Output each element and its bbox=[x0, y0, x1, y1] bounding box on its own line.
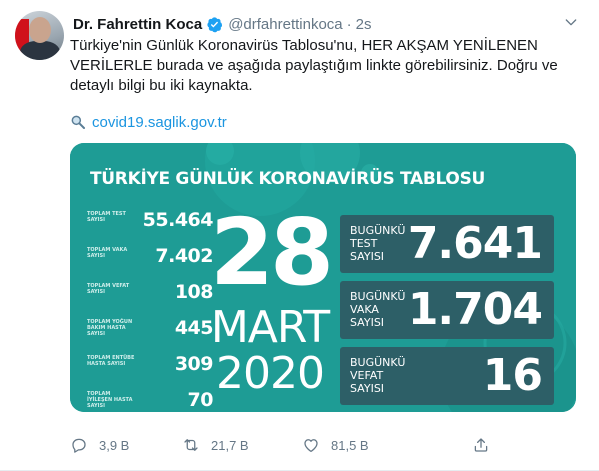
verified-badge-icon bbox=[207, 16, 223, 32]
report-date: 28 MART 2020 bbox=[200, 207, 340, 397]
external-link[interactable]: covid19.saglik.gov.tr bbox=[92, 114, 227, 131]
separator-dot: · bbox=[346, 15, 352, 33]
retweet-count: 21,7 B bbox=[211, 437, 249, 453]
stat-total-tests: TOPLAM TEST SAYISI 55.464 bbox=[87, 209, 214, 245]
panel-label: BUGÜNKÜ VEFAT SAYISI bbox=[350, 356, 406, 395]
date-month: MART bbox=[210, 302, 330, 353]
share-button[interactable] bbox=[472, 434, 501, 456]
magnifier-icon bbox=[71, 115, 85, 129]
stat-label: TOPLAM VEFAT SAYISI bbox=[87, 283, 130, 295]
tweet-text-line: Türkiye'nin Günlük Koronavirüs Tablosu'n… bbox=[70, 37, 538, 54]
stat-total-recovered: TOPLAM İYİLEŞEN HASTA SAYISI 70 bbox=[87, 389, 214, 412]
today-deaths-panel: BUGÜNKÜ VEFAT SAYISI 16 bbox=[340, 347, 554, 405]
tweet-header: Dr. Fahrettin Koca @drfahrettinkoca · 2s bbox=[73, 14, 372, 34]
author-name[interactable]: Dr. Fahrettin Koca bbox=[73, 16, 202, 33]
panel-value: 1.704 bbox=[407, 284, 543, 335]
reply-count: 3,9 B bbox=[99, 437, 130, 453]
today-cases-panel: BUGÜNKÜ VAKA SAYISI 1.704 bbox=[340, 281, 554, 339]
like-count: 81,5 B bbox=[331, 437, 369, 453]
retweet-button[interactable]: 21,7 B bbox=[182, 434, 249, 456]
stat-label: TOPLAM ENTÜBE HASTA SAYISI bbox=[87, 355, 135, 367]
date-year: 2020 bbox=[216, 348, 325, 399]
panel-value: 16 bbox=[482, 350, 543, 401]
tweet-text: Türkiye'nin Günlük Koronavirüs Tablosu'n… bbox=[70, 36, 570, 96]
today-tests-panel: BUGÜNKÜ TEST SAYISI 7.641 bbox=[340, 215, 554, 273]
chevron-down-icon[interactable] bbox=[563, 14, 579, 30]
tweet-actions: 3,9 B 21,7 B 81,5 B bbox=[70, 434, 510, 456]
reply-icon bbox=[72, 438, 86, 453]
stat-label: TOPLAM YOĞUN BAKIM HASTA SAYISI bbox=[87, 319, 133, 337]
author-handle[interactable]: @drfahrettinkoca bbox=[228, 16, 342, 33]
card-title: TÜRKİYE GÜNLÜK KORONAVİRÜS TABLOSU bbox=[90, 169, 486, 189]
panel-label: BUGÜNKÜ TEST SAYISI bbox=[350, 224, 406, 263]
stat-label: TOPLAM VAKA SAYISI bbox=[87, 247, 128, 259]
covid-table-image[interactable]: TÜRKİYE GÜNLÜK KORONAVİRÜS TABLOSU TOPLA… bbox=[70, 143, 576, 412]
heart-icon bbox=[304, 439, 318, 453]
date-day: 28 bbox=[209, 199, 334, 306]
stat-total-icu: TOPLAM YOĞUN BAKIM HASTA SAYISI 445 bbox=[87, 317, 214, 353]
tweet-text-line: VERİLERLE burada ve aşağıda paylaştığım … bbox=[70, 57, 558, 74]
tweet-text-line: detaylı bilgi bu iki kaynakta. bbox=[70, 77, 253, 94]
stat-total-intubated: TOPLAM ENTÜBE HASTA SAYISI 309 bbox=[87, 353, 214, 389]
share-icon bbox=[474, 438, 488, 452]
stat-total-deaths: TOPLAM VEFAT SAYISI 108 bbox=[87, 281, 214, 317]
stat-label: TOPLAM İYİLEŞEN HASTA SAYISI bbox=[87, 391, 133, 409]
tweet[interactable]: Dr. Fahrettin Koca @drfahrettinkoca · 2s… bbox=[0, 0, 599, 471]
tweet-time[interactable]: 2s bbox=[356, 16, 372, 33]
stat-total-cases: TOPLAM VAKA SAYISI 7.402 bbox=[87, 245, 213, 281]
like-button[interactable]: 81,5 B bbox=[302, 434, 369, 456]
panel-label: BUGÜNKÜ VAKA SAYISI bbox=[350, 290, 406, 329]
retweet-icon bbox=[184, 439, 198, 451]
stat-label: TOPLAM TEST SAYISI bbox=[87, 211, 126, 223]
link-row[interactable]: covid19.saglik.gov.tr bbox=[70, 112, 227, 132]
panel-value: 7.641 bbox=[407, 218, 543, 269]
reply-button[interactable]: 3,9 B bbox=[70, 434, 129, 456]
total-stats: TOPLAM TEST SAYISI 55.464 TOPLAM VAKA SA… bbox=[87, 209, 214, 412]
avatar[interactable] bbox=[15, 11, 64, 60]
